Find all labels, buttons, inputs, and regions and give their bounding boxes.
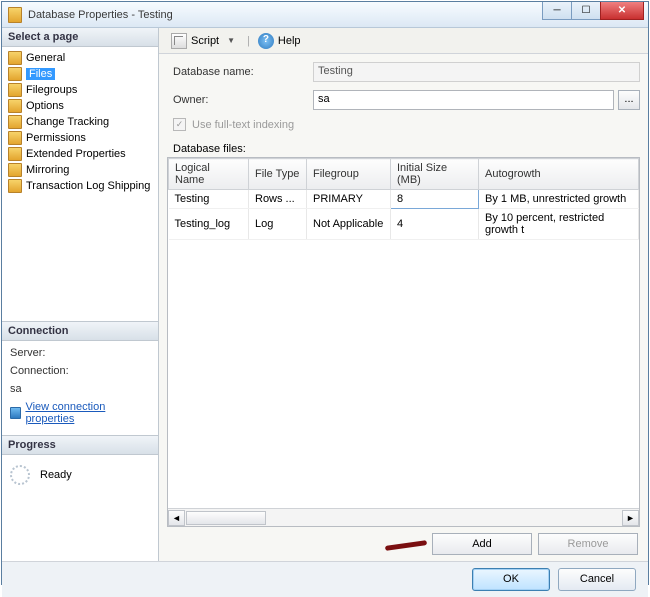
scroll-thumb[interactable]	[186, 511, 266, 525]
sidebar-item-mirroring[interactable]: Mirroring	[6, 162, 154, 178]
col-file-type[interactable]: File Type	[249, 159, 307, 190]
fulltext-checkbox: ✓	[173, 118, 186, 131]
sidebar-item-label: General	[26, 52, 65, 64]
dbname-label: Database name:	[173, 66, 313, 78]
script-icon	[171, 33, 187, 49]
cell-initial-size[interactable]: 4	[391, 209, 479, 240]
annotation-mark	[385, 540, 427, 551]
script-button[interactable]: Script ▼	[167, 31, 243, 51]
ok-button[interactable]: OK	[472, 568, 550, 591]
toolbar-separator: |	[247, 35, 250, 47]
sidebar-item-transaction-log-shipping[interactable]: Transaction Log Shipping	[6, 178, 154, 194]
dialog-window: Database Properties - Testing ─ ☐ ✕ Sele…	[1, 1, 649, 585]
database-files-table[interactable]: Logical Name File Type Filegroup Initial…	[167, 157, 640, 527]
link-text: View connection properties	[25, 401, 150, 425]
sidebar-item-permissions[interactable]: Permissions	[6, 130, 154, 146]
maximize-button[interactable]: ☐	[571, 2, 601, 20]
cell-autogrowth[interactable]: By 10 percent, restricted growth t	[479, 209, 639, 240]
page-icon	[8, 163, 22, 177]
script-label: Script	[191, 35, 219, 47]
toolbar: Script ▼ | ? Help	[159, 28, 648, 54]
window-title: Database Properties - Testing	[28, 9, 173, 21]
connection-header: Connection	[2, 322, 158, 341]
sidebar-header: Select a page	[2, 28, 158, 47]
remove-button: Remove	[538, 533, 638, 555]
cell-logical-name[interactable]: Testing	[169, 190, 249, 209]
sidebar-item-filegroups[interactable]: Filegroups	[6, 82, 154, 98]
scroll-right-icon[interactable]: ►	[622, 510, 639, 526]
page-icon	[8, 51, 22, 65]
col-autogrowth[interactable]: Autogrowth	[479, 159, 639, 190]
table-row[interactable]: Testing_log Log Not Applicable 4 By 10 p…	[169, 209, 639, 240]
page-icon	[8, 147, 22, 161]
page-icon	[8, 67, 22, 81]
sidebar-item-files[interactable]: Files	[6, 66, 154, 82]
col-initial-size[interactable]: Initial Size (MB)	[391, 159, 479, 190]
cancel-button[interactable]: Cancel	[558, 568, 636, 591]
owner-label: Owner:	[173, 94, 313, 106]
help-icon: ?	[258, 33, 274, 49]
database-icon	[8, 7, 22, 23]
help-label: Help	[278, 35, 301, 47]
view-connection-properties-link[interactable]: View connection properties	[10, 401, 150, 425]
cell-logical-name[interactable]: Testing_log	[169, 209, 249, 240]
sidebar: Select a page General Files Filegroups O…	[2, 28, 159, 561]
sidebar-item-label: Transaction Log Shipping	[26, 180, 150, 192]
dialog-button-bar: OK Cancel	[2, 561, 648, 597]
connection-icon	[10, 407, 21, 419]
page-icon	[8, 99, 22, 113]
progress-section: Progress Ready	[2, 435, 158, 562]
sidebar-item-label: Permissions	[26, 132, 86, 144]
sidebar-item-label: Mirroring	[26, 164, 69, 176]
progress-spinner-icon	[10, 465, 30, 485]
owner-field[interactable]: sa	[313, 90, 614, 110]
cell-filegroup[interactable]: Not Applicable	[307, 209, 391, 240]
cell-file-type[interactable]: Log	[249, 209, 307, 240]
page-icon	[8, 131, 22, 145]
table-row[interactable]: Testing Rows ... PRIMARY 8 By 1 MB, unre…	[169, 190, 639, 209]
fulltext-label: Use full-text indexing	[192, 119, 294, 131]
horizontal-scrollbar[interactable]: ◄ ►	[168, 508, 639, 526]
connection-section: Connection Server: Connection: sa View c…	[2, 321, 158, 435]
sidebar-item-options[interactable]: Options	[6, 98, 154, 114]
sidebar-item-label: Change Tracking	[26, 116, 109, 128]
server-label: Server:	[10, 347, 150, 359]
cell-file-type[interactable]: Rows ...	[249, 190, 307, 209]
sidebar-item-change-tracking[interactable]: Change Tracking	[6, 114, 154, 130]
chevron-down-icon: ▼	[227, 36, 235, 45]
add-button[interactable]: Add	[432, 533, 532, 555]
owner-browse-button[interactable]: ...	[618, 90, 640, 110]
col-logical-name[interactable]: Logical Name	[169, 159, 249, 190]
main-panel: Script ▼ | ? Help Database name: Testing…	[159, 28, 648, 561]
page-icon	[8, 83, 22, 97]
progress-header: Progress	[2, 436, 158, 455]
page-list: General Files Filegroups Options Change …	[2, 47, 158, 195]
connection-label: Connection:	[10, 365, 150, 377]
col-filegroup[interactable]: Filegroup	[307, 159, 391, 190]
cell-autogrowth[interactable]: By 1 MB, unrestricted growth	[479, 190, 639, 209]
help-button[interactable]: ? Help	[254, 31, 305, 51]
connection-value: sa	[10, 383, 150, 395]
sidebar-item-label: Extended Properties	[26, 148, 126, 160]
scroll-left-icon[interactable]: ◄	[168, 510, 185, 526]
minimize-button[interactable]: ─	[542, 2, 572, 20]
titlebar[interactable]: Database Properties - Testing ─ ☐ ✕	[2, 2, 648, 28]
dbname-field: Testing	[313, 62, 640, 82]
page-icon	[8, 179, 22, 193]
files-label: Database files:	[167, 143, 640, 155]
sidebar-item-general[interactable]: General	[6, 50, 154, 66]
sidebar-item-label: Filegroups	[26, 84, 77, 96]
close-button[interactable]: ✕	[600, 2, 644, 20]
cell-filegroup[interactable]: PRIMARY	[307, 190, 391, 209]
sidebar-item-label: Files	[26, 68, 55, 80]
cell-initial-size[interactable]: 8	[391, 190, 479, 209]
sidebar-item-extended-properties[interactable]: Extended Properties	[6, 146, 154, 162]
page-icon	[8, 115, 22, 129]
progress-status: Ready	[40, 469, 72, 481]
sidebar-item-label: Options	[26, 100, 64, 112]
